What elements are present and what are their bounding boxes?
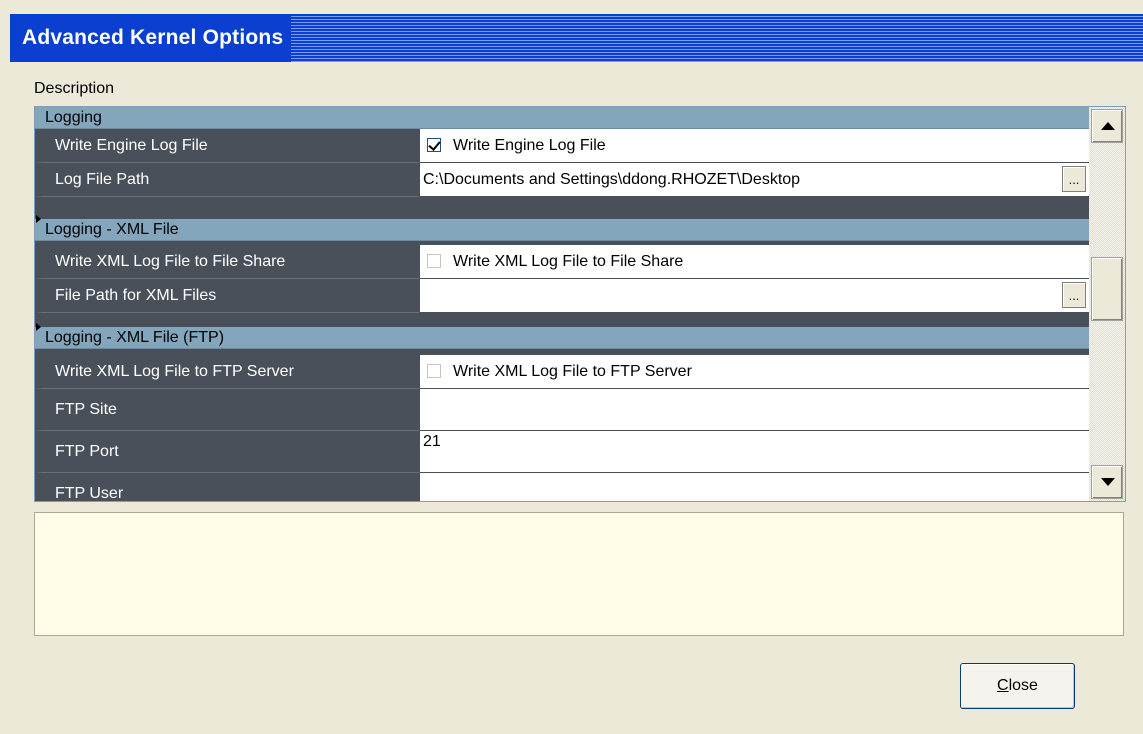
- scroll-down-arrow-icon: [1101, 478, 1115, 486]
- property-row-ftp-site[interactable]: FTP Site: [35, 389, 1089, 431]
- property-row-file-path-xml[interactable]: File Path for XML Files ...: [35, 279, 1089, 313]
- property-value-field[interactable]: [419, 389, 1089, 431]
- property-value-field[interactable]: ...: [419, 279, 1089, 313]
- property-value[interactable]: Write XML Log File to File Share: [419, 245, 1089, 279]
- property-name: Write XML Log File to File Share: [35, 245, 419, 279]
- property-value[interactable]: Write XML Log File to FTP Server: [419, 355, 1089, 389]
- category-label: Logging - XML File (FTP): [45, 329, 225, 346]
- property-row-write-xml-log-ftp[interactable]: Write XML Log File to FTP Server Write X…: [35, 355, 1089, 389]
- property-name: Write Engine Log File: [35, 129, 419, 163]
- property-row-ftp-port[interactable]: FTP Port 21: [35, 431, 1089, 473]
- scroll-up-button[interactable]: [1091, 109, 1123, 143]
- property-name: Write XML Log File to FTP Server: [35, 355, 419, 389]
- checkbox-label: Write Engine Log File: [453, 137, 606, 154]
- vertical-scrollbar[interactable]: [1089, 107, 1125, 501]
- browse-button[interactable]: ...: [1062, 166, 1086, 192]
- close-label: lose: [1008, 677, 1038, 694]
- checkbox-icon[interactable]: [427, 138, 441, 152]
- property-row-write-engine-log-file[interactable]: Write Engine Log File Write Engine Log F…: [35, 129, 1089, 163]
- property-value-text: C:\Documents and Settings\ddong.RHOZET\D…: [423, 171, 801, 188]
- property-value-field[interactable]: C:\Documents and Settings\ddong.RHOZET\D…: [419, 163, 1089, 197]
- property-name: FTP Site: [35, 389, 419, 431]
- property-row-ftp-user[interactable]: FTP User: [35, 473, 1089, 501]
- scroll-down-button[interactable]: [1091, 465, 1123, 499]
- close-mnemonic: C: [997, 677, 1009, 694]
- property-value-field[interactable]: [419, 473, 1089, 501]
- property-grid-rows: Logging Write Engine Log File Write Engi…: [35, 107, 1089, 501]
- checkbox-label: Write XML Log File to FTP Server: [453, 363, 692, 380]
- scroll-thumb[interactable]: [1091, 257, 1123, 321]
- expand-marker-icon: [36, 323, 41, 331]
- property-name: FTP User: [35, 473, 419, 501]
- property-row-write-xml-log-file-share[interactable]: Write XML Log File to File Share Write X…: [35, 245, 1089, 279]
- checkbox-label: Write XML Log File to File Share: [453, 253, 684, 270]
- description-panel: [34, 512, 1124, 636]
- property-name: File Path for XML Files: [35, 279, 419, 313]
- checkbox-icon[interactable]: [427, 254, 441, 268]
- close-button[interactable]: Close: [960, 663, 1075, 709]
- description-label: Description: [34, 80, 115, 97]
- scroll-up-arrow-icon: [1101, 122, 1115, 130]
- category-label: Logging: [45, 109, 102, 126]
- category-label: Logging - XML File: [45, 221, 179, 238]
- property-value[interactable]: Write Engine Log File: [419, 129, 1089, 163]
- category-logging[interactable]: Logging: [35, 107, 1089, 129]
- title-bar: Advanced Kernel Options: [0, 0, 1143, 64]
- checkbox-icon[interactable]: [427, 364, 441, 378]
- browse-button[interactable]: ...: [1062, 282, 1086, 308]
- category-logging-xml-file-ftp[interactable]: Logging - XML File (FTP): [35, 323, 1089, 349]
- property-name: Log File Path: [35, 163, 419, 197]
- title-bar-background: Advanced Kernel Options: [10, 14, 1143, 62]
- property-value-field[interactable]: 21: [419, 431, 1089, 473]
- window-title: Advanced Kernel Options: [10, 14, 292, 62]
- category-logging-xml-file[interactable]: Logging - XML File: [35, 215, 1089, 241]
- property-name: FTP Port: [35, 431, 419, 473]
- property-grid[interactable]: Logging Write Engine Log File Write Engi…: [34, 106, 1126, 502]
- expand-marker-icon: [36, 215, 41, 223]
- property-row-log-file-path[interactable]: Log File Path C:\Documents and Settings\…: [35, 163, 1089, 197]
